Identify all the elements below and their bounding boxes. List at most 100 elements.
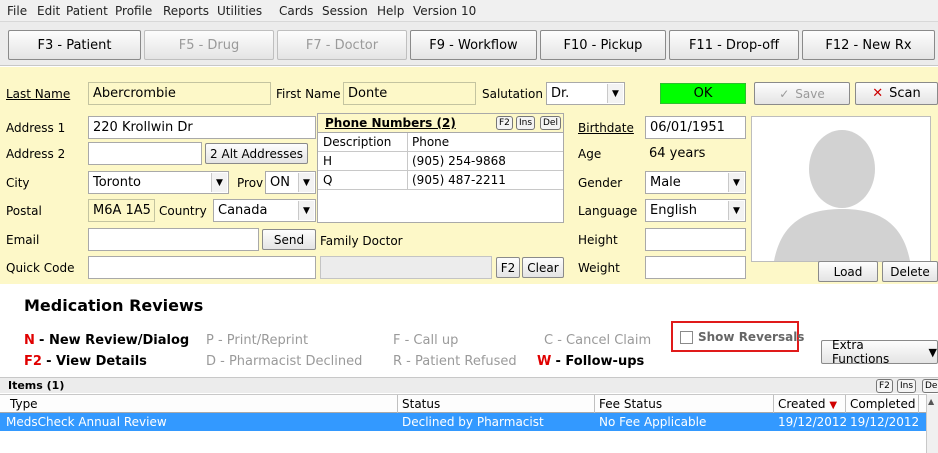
scroll-up-icon[interactable]: ▲ — [928, 397, 934, 406]
column-fee-status[interactable]: Fee Status — [599, 397, 662, 411]
menu-patient[interactable]: Patient — [66, 4, 108, 18]
call-up-shortcut[interactable]: F - Call up — [393, 333, 458, 348]
menu-help[interactable]: Help — [377, 4, 404, 18]
menu-utilities[interactable]: Utilities — [217, 4, 262, 18]
dropoff-button[interactable]: F11 - Drop-off — [669, 30, 799, 60]
extra-functions-button[interactable]: Extra Functions ▼ — [821, 338, 938, 366]
checkmark-icon: ✓ — [779, 86, 790, 101]
gender-select[interactable]: Male ▼ — [645, 171, 746, 194]
phone-f2-button[interactable]: F2 — [496, 116, 513, 130]
cell-fee-status: No Fee Applicable — [599, 415, 707, 429]
address1-field[interactable]: 220 Krollwin Dr — [88, 116, 316, 139]
cell-type: MedsCheck Annual Review — [6, 415, 167, 429]
show-reversals-checkbox[interactable] — [680, 331, 693, 344]
pharmacist-declined-shortcut[interactable]: D - Pharmacist Declined — [206, 354, 362, 369]
language-label: Language — [578, 204, 638, 218]
doctor-button[interactable]: F7 - Doctor — [277, 30, 407, 60]
patient-photo[interactable] — [751, 116, 931, 262]
column-status[interactable]: Status — [402, 397, 440, 411]
language-value: English — [650, 203, 697, 218]
country-label: Country — [159, 204, 207, 218]
cell-created: 19/12/2012 — [778, 415, 848, 429]
scan-button[interactable]: ✕ Scan — [855, 82, 938, 105]
phone-number: (905) 254-9868 — [412, 154, 506, 168]
email-label: Email — [6, 233, 40, 247]
chevron-down-icon[interactable]: ▼ — [728, 201, 744, 220]
patient-refused-shortcut[interactable]: R - Patient Refused — [393, 354, 517, 369]
print-shortcut[interactable]: P - Print/Reprint — [206, 333, 308, 348]
birthdate-field[interactable]: 06/01/1951 — [645, 116, 746, 139]
country-select[interactable]: Canada ▼ — [213, 199, 316, 222]
phone-numbers-table: Phone Numbers (2) F2 Ins Del Description… — [317, 113, 564, 223]
vertical-scrollbar[interactable]: ▲ — [926, 394, 938, 453]
prov-label: Prov — [237, 176, 264, 190]
first-name-label: First Name — [276, 87, 341, 101]
language-select[interactable]: English ▼ — [645, 199, 746, 222]
phone-del-button[interactable]: Del — [540, 116, 561, 130]
first-name-field[interactable]: Donte — [343, 82, 476, 105]
column-phone[interactable]: Phone — [412, 135, 449, 149]
items-del-button[interactable]: De — [922, 379, 938, 393]
column-created[interactable]: Created ▼ — [778, 397, 837, 411]
chevron-down-icon[interactable]: ▼ — [298, 201, 314, 220]
phone-column-header: Description Phone — [318, 133, 563, 152]
items-f2-button[interactable]: F2 — [876, 379, 893, 393]
drug-button[interactable]: F5 - Drug — [144, 30, 274, 60]
load-photo-button[interactable]: Load — [818, 261, 878, 282]
menu-file[interactable]: File — [7, 4, 27, 18]
pickup-button[interactable]: F10 - Pickup — [540, 30, 666, 60]
phone-numbers-title: Phone Numbers (2) — [325, 116, 456, 130]
weight-label: Weight — [578, 261, 620, 275]
workflow-button[interactable]: F9 - Workflow — [410, 30, 537, 60]
cell-completed: 19/12/2012 — [850, 415, 920, 429]
chevron-down-icon[interactable]: ▼ — [607, 84, 623, 103]
table-row[interactable]: Q (905) 487-2211 — [318, 171, 563, 190]
city-label: City — [6, 176, 30, 190]
send-button[interactable]: Send — [262, 229, 316, 250]
birthdate-label: Birthdate — [578, 121, 634, 135]
column-type[interactable]: Type — [10, 397, 38, 411]
cancel-claim-shortcut[interactable]: C - Cancel Claim — [544, 333, 651, 348]
family-doctor-field[interactable] — [320, 256, 492, 279]
address2-field[interactable] — [88, 142, 202, 165]
gender-label: Gender — [578, 176, 623, 190]
avatar-placeholder-icon — [774, 130, 910, 261]
chevron-down-icon[interactable]: ▼ — [728, 173, 744, 192]
city-select[interactable]: Toronto ▼ — [88, 171, 229, 194]
menu-session[interactable]: Session — [322, 4, 368, 18]
table-row[interactable]: H (905) 254-9868 — [318, 152, 563, 171]
items-ins-button[interactable]: Ins — [897, 379, 917, 393]
menu-reports[interactable]: Reports — [163, 4, 209, 18]
follow-ups-shortcut[interactable]: W - Follow-ups — [537, 354, 644, 369]
chevron-down-icon[interactable]: ▼ — [211, 173, 227, 192]
postal-field[interactable]: M6A 1A5 — [88, 199, 155, 222]
delete-photo-button[interactable]: Delete — [882, 261, 938, 282]
view-details-shortcut[interactable]: F2 - View Details — [24, 354, 147, 369]
family-doctor-f2-button[interactable]: F2 — [496, 257, 520, 278]
alt-addresses-button[interactable]: 2 Alt Addresses — [205, 143, 308, 164]
salutation-select[interactable]: Dr. ▼ — [546, 82, 625, 105]
sort-desc-icon: ▼ — [829, 400, 838, 411]
quick-code-field[interactable] — [88, 256, 316, 279]
menu-cards[interactable]: Cards — [279, 4, 313, 18]
save-button[interactable]: ✓ Save — [754, 82, 850, 105]
last-name-field[interactable]: Abercrombie — [88, 82, 271, 105]
column-completed[interactable]: Completed — [850, 397, 915, 411]
show-reversals-label[interactable]: Show Reversals — [698, 330, 804, 344]
weight-field[interactable] — [645, 256, 746, 279]
menu-version[interactable]: Version 10 — [413, 4, 476, 18]
table-row[interactable]: MedsCheck Annual Review Declined by Phar… — [0, 413, 926, 431]
menu-edit[interactable]: Edit — [37, 4, 60, 18]
prov-select[interactable]: ON ▼ — [265, 171, 316, 194]
chevron-down-icon[interactable]: ▼ — [298, 173, 314, 192]
patient-button[interactable]: F3 - Patient — [8, 30, 141, 60]
column-divider — [594, 395, 595, 413]
new-review-shortcut[interactable]: N - New Review/Dialog — [24, 333, 189, 348]
menu-profile[interactable]: Profile — [115, 4, 152, 18]
new-rx-button[interactable]: F12 - New Rx — [802, 30, 935, 60]
height-field[interactable] — [645, 228, 746, 251]
phone-ins-button[interactable]: Ins — [516, 116, 536, 130]
column-description[interactable]: Description — [323, 135, 391, 149]
email-field[interactable] — [88, 228, 259, 251]
clear-button[interactable]: Clear — [522, 257, 564, 278]
